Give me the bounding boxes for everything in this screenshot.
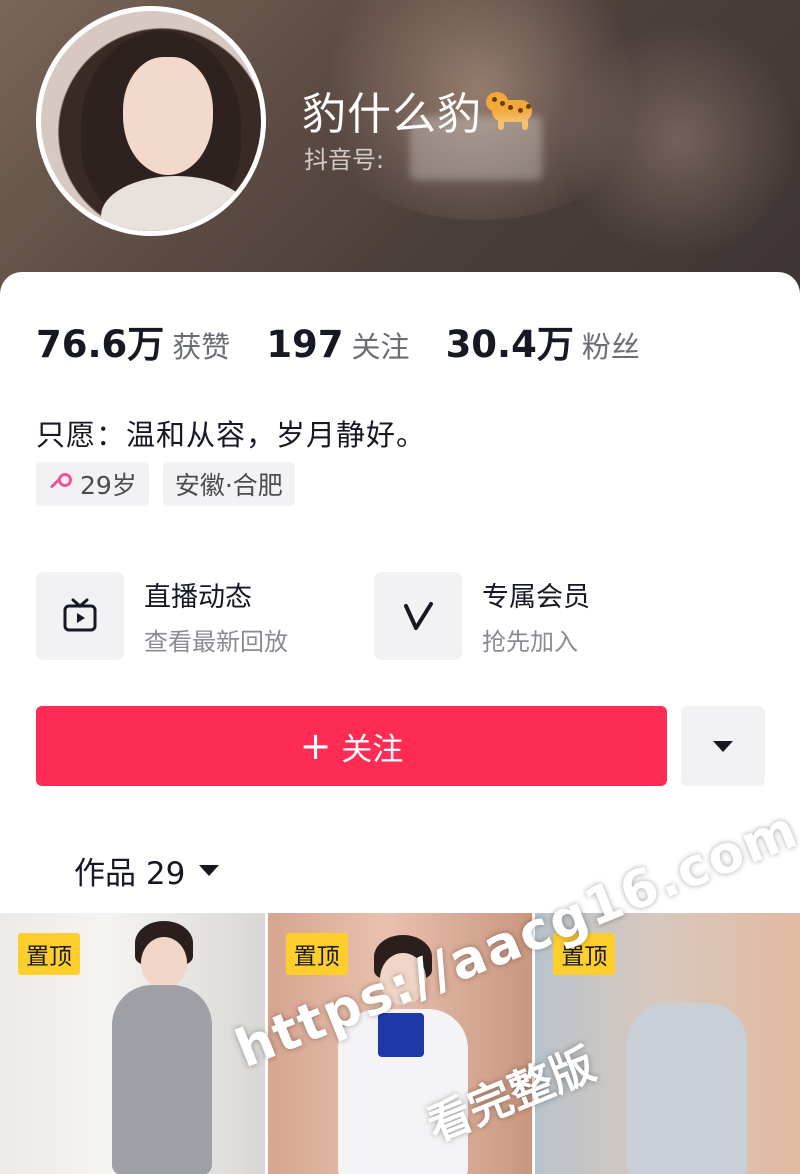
v-icon [374,572,462,660]
stat-value: 76.6万 [36,323,165,366]
feature-subtitle: 查看最新回放 [144,628,288,656]
feature-title: 专属会员 [482,582,590,613]
stat-value: 197 [266,323,344,366]
feature-title: 直播动态 [144,582,252,613]
works-grid: 置顶 置顶 置顶 [0,913,800,1174]
stat-label: 关注 [351,330,410,364]
tv-icon [36,572,124,660]
profile-header: 豹什么豹 抖音号: [0,0,800,300]
more-options-button[interactable] [681,706,765,786]
stat-label: 获赞 [172,330,231,364]
tab-works-label: 作品 29 [74,856,186,892]
profile-bio: 只愿：温和从容，岁月静好。 [36,418,427,452]
header-background-glow [560,20,800,260]
pinned-badge: 置顶 [285,933,348,975]
stat-value: 30.4万 [445,323,574,366]
feature-subtitle: 抢先加入 [482,628,578,656]
age-tag-label: 29岁 [80,471,137,500]
video-thumbnail[interactable]: 置顶 [0,913,265,1174]
follow-button-label: 关注 [341,731,404,768]
stats-row: 76.6万 获赞 197 关注 30.4万 粉丝 [36,314,676,368]
follow-button[interactable]: + 关注 [36,706,667,786]
chevron-down-icon [199,865,220,876]
dropdown-triangle-icon [713,740,733,752]
profile-tags: 29岁 安徽·合肥 [36,462,295,506]
tab-works[interactable]: 作品 29 [74,848,220,893]
live-feature-entry[interactable]: 直播动态 查看最新回放 [36,572,288,660]
pinned-badge: 置顶 [18,933,80,975]
location-tag: 安徽·合肥 [162,462,295,506]
age-tag: 29岁 [36,462,149,506]
douyin-id-label: 抖音号: [304,146,385,174]
stat-likes[interactable]: 76.6万 获赞 [36,314,230,368]
plus-icon: + [299,724,332,768]
stat-followers[interactable]: 30.4万 粉丝 [446,314,640,368]
female-gender-icon [48,471,74,497]
douyin-id-value-blurred [410,116,542,180]
avatar[interactable] [36,6,266,236]
membership-feature-entry[interactable]: 专属会员 抢先加入 [374,572,590,660]
stat-label: 粉丝 [581,330,640,364]
stat-following[interactable]: 197 关注 [266,323,409,366]
